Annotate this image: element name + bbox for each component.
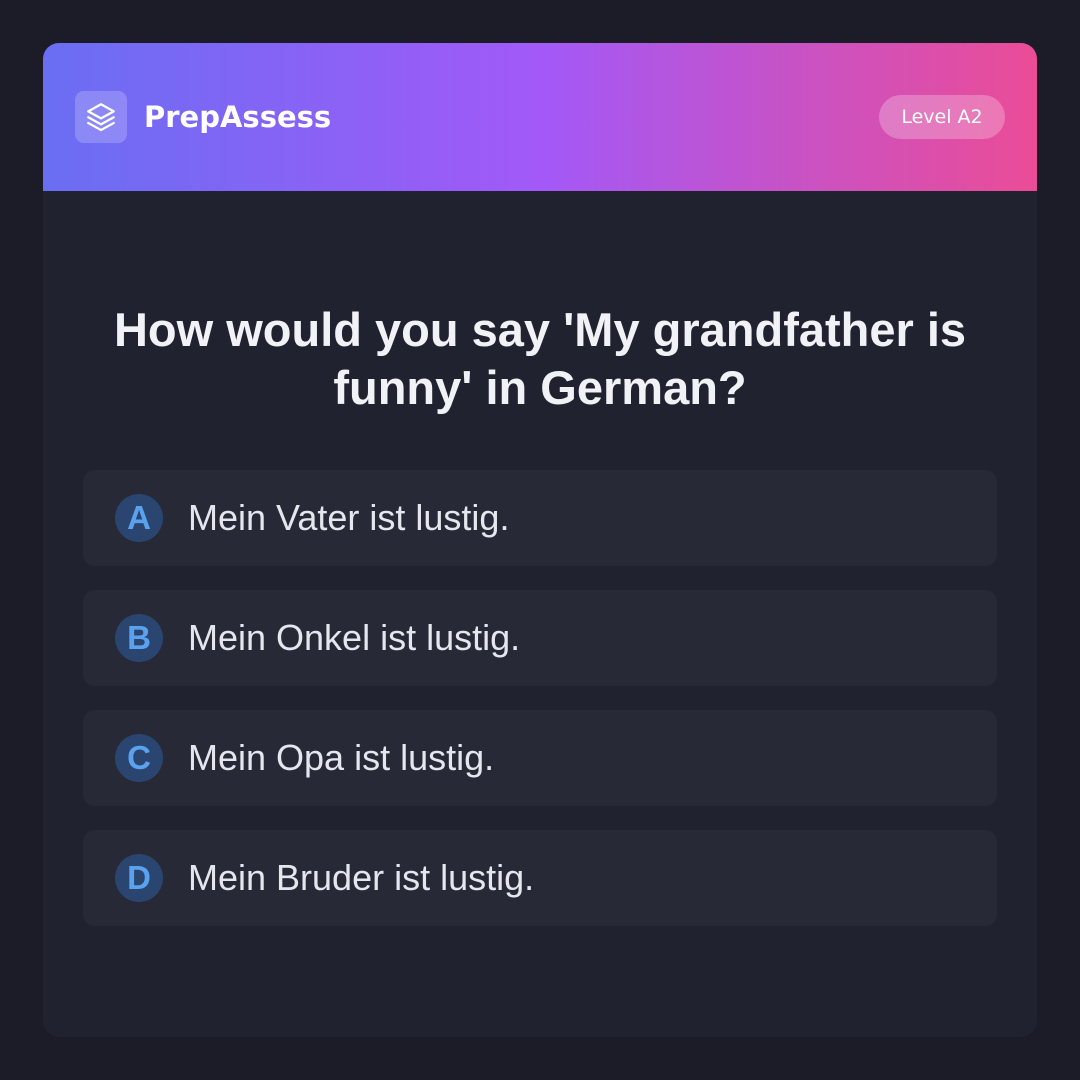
answer-option-a[interactable]: A Mein Vater ist lustig. bbox=[83, 470, 997, 566]
option-letter-badge: A bbox=[115, 494, 163, 542]
option-text: Mein Bruder ist lustig. bbox=[188, 857, 535, 898]
option-letter-badge: C bbox=[115, 734, 163, 782]
option-letter-badge: D bbox=[115, 854, 163, 902]
answer-option-c[interactable]: C Mein Opa ist lustig. bbox=[83, 710, 997, 806]
option-text: Mein Onkel ist lustig. bbox=[188, 617, 521, 658]
answer-option-b[interactable]: B Mein Onkel ist lustig. bbox=[83, 590, 997, 686]
answer-option-d[interactable]: D Mein Bruder ist lustig. bbox=[83, 830, 997, 926]
option-text: Mein Vater ist lustig. bbox=[188, 497, 510, 538]
brand-name: PrepAssess bbox=[144, 100, 332, 134]
option-letter-badge: B bbox=[115, 614, 163, 662]
level-badge: Level A2 bbox=[879, 95, 1005, 139]
quiz-card: PrepAssess Level A2 How would you say 'M… bbox=[43, 43, 1037, 1037]
question-text: How would you say 'My grandfather is fun… bbox=[113, 303, 967, 414]
logo bbox=[75, 91, 127, 143]
option-text: Mein Opa ist lustig. bbox=[188, 737, 495, 778]
layers-icon bbox=[87, 103, 115, 132]
header-bar: PrepAssess Level A2 bbox=[43, 43, 1037, 191]
